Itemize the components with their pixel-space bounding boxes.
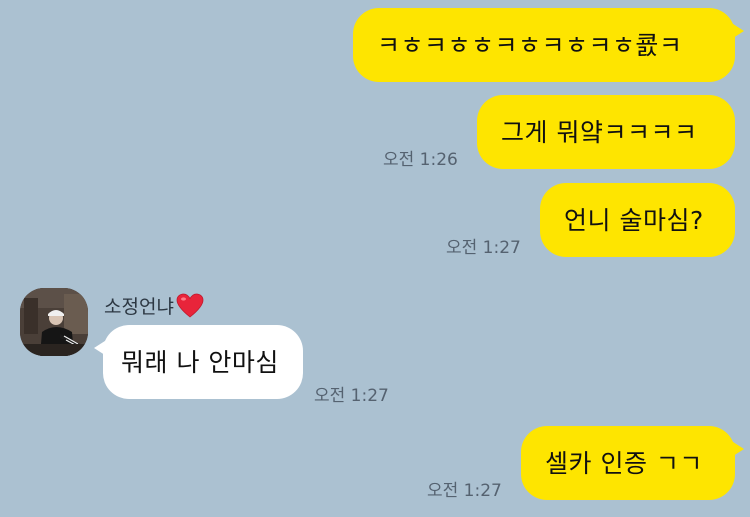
message-text: 언니 술마심? [564,205,704,235]
message-timestamp: 오전 1:27 [427,481,502,501]
message-bubble-mine[interactable]: 셀카 인증 ㄱㄱ [521,426,744,500]
red-heart-icon [176,293,204,319]
message-timestamp: 오전 1:27 [314,386,389,406]
message-timestamp: 오전 1:27 [446,238,521,258]
message-bubble-theirs[interactable]: 뭐래 나 안마심 [94,325,303,399]
message-bubble-mine[interactable]: 그게 뭐얔ㅋㅋㅋㅋ [477,95,735,169]
sender-name-text: 소정언냐 [104,296,174,318]
profile-photo-icon [20,288,88,356]
message-text: ㅋㅎㅋㅎㅎㅋㅎㅋㅎㅋㅎ쿐ㅋ [377,30,683,60]
chat-area: ㅋㅎㅋㅎㅎㅋㅎㅋㅎㅋㅎ쿐ㅋ 오전 1:26 그게 뭐얔ㅋㅋㅋㅋ 오전 1:27 … [0,0,750,517]
message-bubble-mine[interactable]: ㅋㅎㅋㅎㅎㅋㅎㅋㅎㅋㅎ쿐ㅋ [353,8,744,82]
avatar[interactable] [20,288,88,356]
message-timestamp: 오전 1:26 [383,150,458,170]
message-text: 셀카 인증 ㄱㄱ [545,448,703,478]
message-text: 그게 뭐얔ㅋㅋㅋㅋ [501,117,698,147]
message-bubble-mine[interactable]: 언니 술마심? [540,183,735,257]
sender-name: 소정언냐 [104,292,204,319]
message-text: 뭐래 나 안마심 [121,347,279,377]
